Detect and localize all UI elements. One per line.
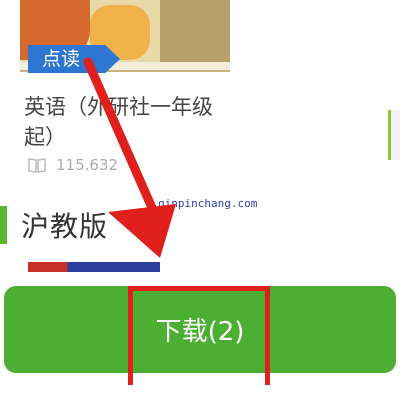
book-icon [28,158,46,173]
book-title[interactable]: 英语（外研社一年级起） [24,92,234,152]
book-card[interactable]: 点读 英语（外研社一年级起） 115.632 [0,0,400,190]
book-cover-strip[interactable] [28,262,160,272]
book-count: 115.632 [56,156,119,174]
download-label: 下载(2) [155,317,245,347]
section-title: 沪教版 [21,210,109,243]
read-tag: 点读 [28,45,120,73]
download-button[interactable]: 下载(2) [4,286,396,373]
section-header: 沪教版 [0,205,108,245]
section-accent-bar [0,206,7,244]
book-meta: 115.632 [28,154,118,176]
next-book-card-edge[interactable] [388,110,400,160]
bottom-strip [0,385,400,409]
watermark: qinpinchang.com [158,197,258,210]
cover-art [160,0,230,64]
